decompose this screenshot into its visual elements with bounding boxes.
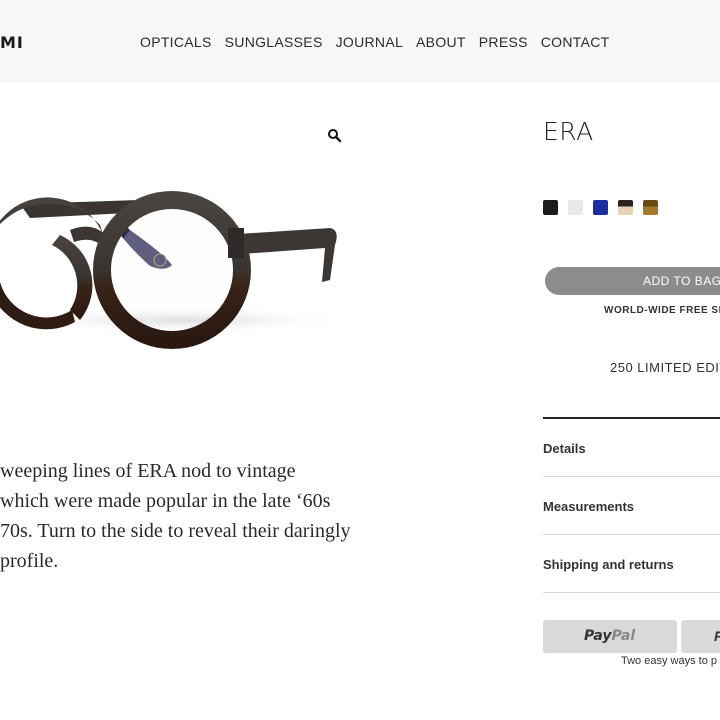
product-description: weeping lines of ERA nod to vintage whic… [0, 456, 380, 576]
swatch-black[interactable] [543, 200, 558, 215]
description-line: 70s. Turn to the side to reveal their da… [0, 520, 351, 542]
product-title: ERA [543, 117, 594, 146]
site-logo[interactable]: MI [0, 33, 24, 52]
alt-payment-button[interactable]: P [681, 620, 720, 653]
alt-payment-label: P [714, 628, 720, 644]
nav-item-journal[interactable]: JOURNAL [336, 34, 403, 50]
shipping-note: WORLD-WIDE FREE SH [604, 305, 720, 316]
color-swatches [543, 200, 658, 215]
swatch-white[interactable] [568, 200, 583, 215]
paypal-button[interactable]: PayPal [543, 620, 677, 653]
accordion-details[interactable]: Details [543, 419, 720, 477]
main-nav: OPTICALS SUNGLASSES JOURNAL ABOUT PRESS … [140, 34, 609, 50]
paypal-logo: PayPal [584, 628, 635, 644]
swatch-black-crystal[interactable] [618, 200, 633, 215]
accordion-label: Measurements [543, 499, 635, 514]
description-line: weeping lines of ERA nod to vintage [0, 460, 296, 482]
description-line: profile. [0, 550, 59, 572]
limited-edition-label: 250 LIMITED EDIT [610, 360, 720, 375]
magnifier-icon[interactable] [327, 128, 343, 144]
swatch-blue[interactable] [593, 200, 608, 215]
accordion-shipping-returns[interactable]: Shipping and returns [543, 535, 720, 593]
paypal-logo-pal: Pal [611, 628, 636, 644]
accordion-measurements[interactable]: Measurements [543, 477, 720, 535]
swatch-tortoise[interactable] [643, 200, 658, 215]
paypal-logo-pay: Pay [584, 628, 612, 644]
product-image-eyeglasses[interactable] [0, 170, 360, 350]
add-to-bag-button[interactable]: ADD TO BAG [545, 267, 720, 295]
nav-item-sunglasses[interactable]: SUNGLASSES [225, 34, 323, 50]
accordion-label: Shipping and returns [543, 557, 674, 572]
accordion-label: Details [543, 441, 586, 456]
payment-note: Two easy ways to p [621, 655, 717, 667]
description-line: which were made popular in the late ‘60s [0, 490, 331, 512]
nav-item-contact[interactable]: CONTACT [541, 34, 610, 50]
nav-item-opticals[interactable]: OPTICALS [140, 34, 212, 50]
nav-item-press[interactable]: PRESS [479, 34, 528, 50]
site-header: MI OPTICALS SUNGLASSES JOURNAL ABOUT PRE… [0, 0, 720, 83]
nav-item-about[interactable]: ABOUT [416, 34, 466, 50]
